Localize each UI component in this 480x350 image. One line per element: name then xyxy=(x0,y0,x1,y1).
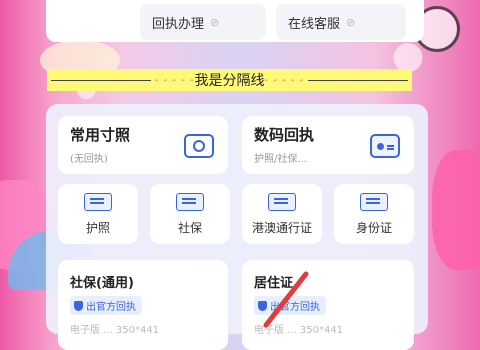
id-card-icon xyxy=(360,192,388,211)
background-doodle xyxy=(432,150,480,270)
chevron-icon: ⊘ xyxy=(210,15,220,29)
online-service-button[interactable]: 在线客服 ⊘ xyxy=(276,4,406,40)
passport-card[interactable]: 护照 xyxy=(58,184,138,244)
social-security-icon xyxy=(176,192,204,211)
hk-macau-permit-icon xyxy=(268,192,296,211)
id-card-card[interactable]: 身份证 xyxy=(334,184,414,244)
card-title: 居住证 xyxy=(254,276,294,291)
divider-banner: - - - - - 我是分隔线 - - - - - xyxy=(47,69,412,91)
divider-line xyxy=(308,79,408,81)
residence-permit-card[interactable]: 居住证 出官方回执 电子版 ... 350*441 xyxy=(242,260,414,350)
card-label: 港澳通行证 xyxy=(251,220,312,235)
passport-icon xyxy=(84,192,112,211)
button-label: 回执办理 xyxy=(152,16,205,32)
id-card-icon xyxy=(370,134,400,158)
official-receipt-badge: 出官方回执 xyxy=(254,296,326,315)
divider-dashes: - - - - - xyxy=(154,74,195,86)
shield-icon xyxy=(258,300,267,311)
social-security-card[interactable]: 社保 xyxy=(150,184,230,244)
camera-icon xyxy=(184,134,214,158)
hk-macau-permit-card[interactable]: 港澳通行证 xyxy=(242,184,322,244)
background-doodle xyxy=(0,180,50,270)
services-panel: 常用寸照 (无回执) 数码回执 护照/社保... 护照 社保 港澳通行证 身份证… xyxy=(46,104,428,350)
shield-icon xyxy=(74,300,83,311)
divider-line xyxy=(51,79,151,81)
top-card: 回执办理 ⊘ 在线客服 ⊘ xyxy=(46,0,424,42)
badge-label: 出官方回执 xyxy=(86,302,136,313)
divider-dashes: - - - - - xyxy=(264,74,305,86)
social-security-general-card[interactable]: 社保(通用) 出官方回执 电子版 ... 350*441 xyxy=(58,260,228,350)
divider-text: 我是分隔线 xyxy=(194,73,265,89)
chevron-icon: ⊘ xyxy=(346,15,356,29)
card-title: 社保(通用) xyxy=(70,276,134,291)
card-extra: 电子版 ... 350*441 xyxy=(254,325,344,336)
common-photo-card[interactable]: 常用寸照 (无回执) xyxy=(58,116,228,174)
card-label: 护照 xyxy=(85,220,110,235)
official-receipt-badge: 出官方回执 xyxy=(70,296,142,315)
digital-receipt-card[interactable]: 数码回执 护照/社保... xyxy=(242,116,414,174)
card-label: 社保 xyxy=(177,220,202,235)
receipt-processing-button[interactable]: 回执办理 ⊘ xyxy=(140,4,266,40)
button-label: 在线客服 xyxy=(288,16,341,32)
card-label: 身份证 xyxy=(355,220,392,235)
card-extra: 电子版 ... 350*441 xyxy=(70,325,160,336)
